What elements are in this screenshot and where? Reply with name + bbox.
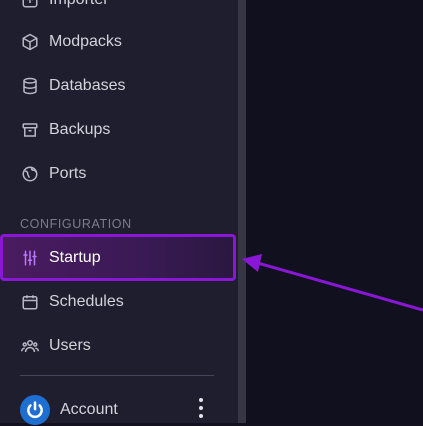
sidebar-item-schedules[interactable]: Schedules xyxy=(0,280,236,324)
sidebar-item-importer[interactable]: Importer xyxy=(0,0,236,22)
sidebar-item-label: Startup xyxy=(49,248,101,266)
sidebar-item-label: Backups xyxy=(49,121,111,138)
account-menu[interactable]: Account xyxy=(20,394,216,426)
main-content xyxy=(246,0,423,423)
sidebar-item-ports[interactable]: Ports xyxy=(0,152,236,196)
sidebar-item-backups[interactable]: Backups xyxy=(0,108,236,152)
sidebar-item-label: Ports xyxy=(49,165,87,182)
sliders-icon xyxy=(20,248,40,268)
cube-icon xyxy=(20,32,40,52)
power-icon xyxy=(27,401,43,419)
section-label-configuration: CONFIGURATION xyxy=(20,217,132,231)
sidebar-item-databases[interactable]: Databases xyxy=(0,64,236,108)
database-icon xyxy=(20,76,40,96)
users-icon xyxy=(20,336,40,356)
sidebar-item-label: Databases xyxy=(49,77,126,94)
sidebar-item-label: Users xyxy=(49,337,91,354)
upload-icon xyxy=(20,0,40,10)
globe-icon xyxy=(20,164,40,184)
sidebar-divider xyxy=(20,375,214,376)
sidebar-item-startup[interactable]: Startup xyxy=(0,234,236,281)
calendar-icon xyxy=(20,292,40,312)
archive-icon xyxy=(20,120,40,140)
sidebar-item-label: Modpacks xyxy=(49,33,122,50)
sidebar-item-label: Schedules xyxy=(49,293,124,310)
sidebar-scrollbar[interactable] xyxy=(238,0,246,423)
kebab-icon[interactable] xyxy=(198,398,204,418)
account-label: Account xyxy=(60,401,118,418)
sidebar-item-users[interactable]: Users xyxy=(0,324,236,368)
sidebar-item-modpacks[interactable]: Modpacks xyxy=(0,20,236,64)
avatar xyxy=(20,395,50,425)
sidebar-item-label: Importer xyxy=(49,0,109,9)
sidebar: Importer Modpacks Databases Backups Port… xyxy=(0,0,238,426)
